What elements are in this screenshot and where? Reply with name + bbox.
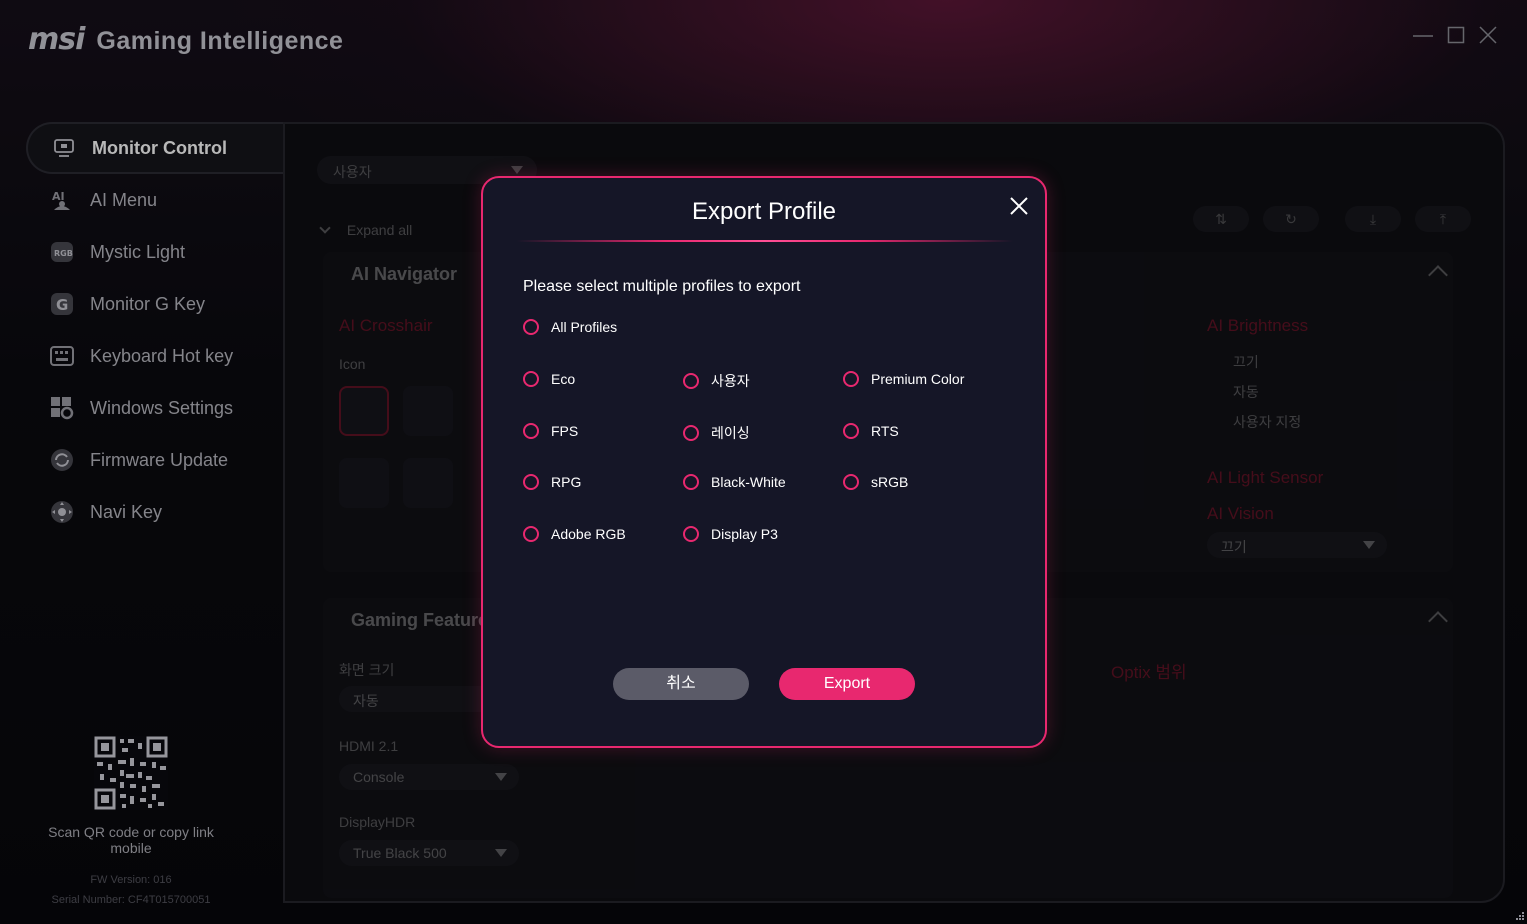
radio-button[interactable] [843,423,859,439]
option-label: sRGB [871,474,909,490]
profile-option[interactable]: RTS [843,423,899,439]
radio-button[interactable] [843,474,859,490]
radio-button[interactable] [523,526,539,542]
dialog-instruction: Please select multiple profiles to expor… [523,278,801,295]
profile-option[interactable]: Premium Color [843,371,964,387]
option-label: 사용자 [711,373,750,389]
option-label: Black-White [711,474,786,490]
option-label: All Profiles [551,319,618,335]
option-label: Premium Color [871,371,965,387]
profile-option-all[interactable]: All Profiles [523,319,617,335]
profile-option[interactable]: Eco [523,371,575,387]
export-button[interactable]: Export [779,668,915,700]
profile-option[interactable]: 사용자 [683,371,750,391]
radio-button[interactable] [683,526,699,542]
profile-option[interactable]: RPG [523,474,581,490]
profile-option[interactable]: 레이싱 [683,423,750,443]
resize-grip-icon[interactable] [1513,910,1525,922]
radio-button[interactable] [683,373,699,389]
radio-button[interactable] [523,474,539,490]
radio-button[interactable] [523,319,539,335]
radio-button[interactable] [523,423,539,439]
radio-button[interactable] [843,371,859,387]
option-label: 레이싱 [711,425,750,441]
title-divider [517,240,1013,242]
radio-button[interactable] [683,474,699,490]
profile-option[interactable]: Display P3 [683,526,778,542]
option-label: Display P3 [711,526,778,542]
option-label: Eco [551,371,576,387]
cancel-button[interactable]: 취소 [613,668,749,700]
option-label: FPS [551,423,579,439]
option-label: Adobe RGB [551,526,626,542]
profile-option[interactable]: Black-White [683,474,786,490]
profile-option[interactable]: Adobe RGB [523,526,626,542]
option-label: RTS [871,423,899,439]
dialog-title: Export Profile [691,198,837,225]
option-label: RPG [551,474,582,490]
close-icon[interactable] [1005,192,1033,220]
radio-button[interactable] [683,425,699,441]
profile-option[interactable]: sRGB [843,474,908,490]
profile-option[interactable]: FPS [523,423,578,439]
export-profile-dialog: Export Profile Please select multiple pr… [481,176,1047,748]
radio-button[interactable] [523,371,539,387]
